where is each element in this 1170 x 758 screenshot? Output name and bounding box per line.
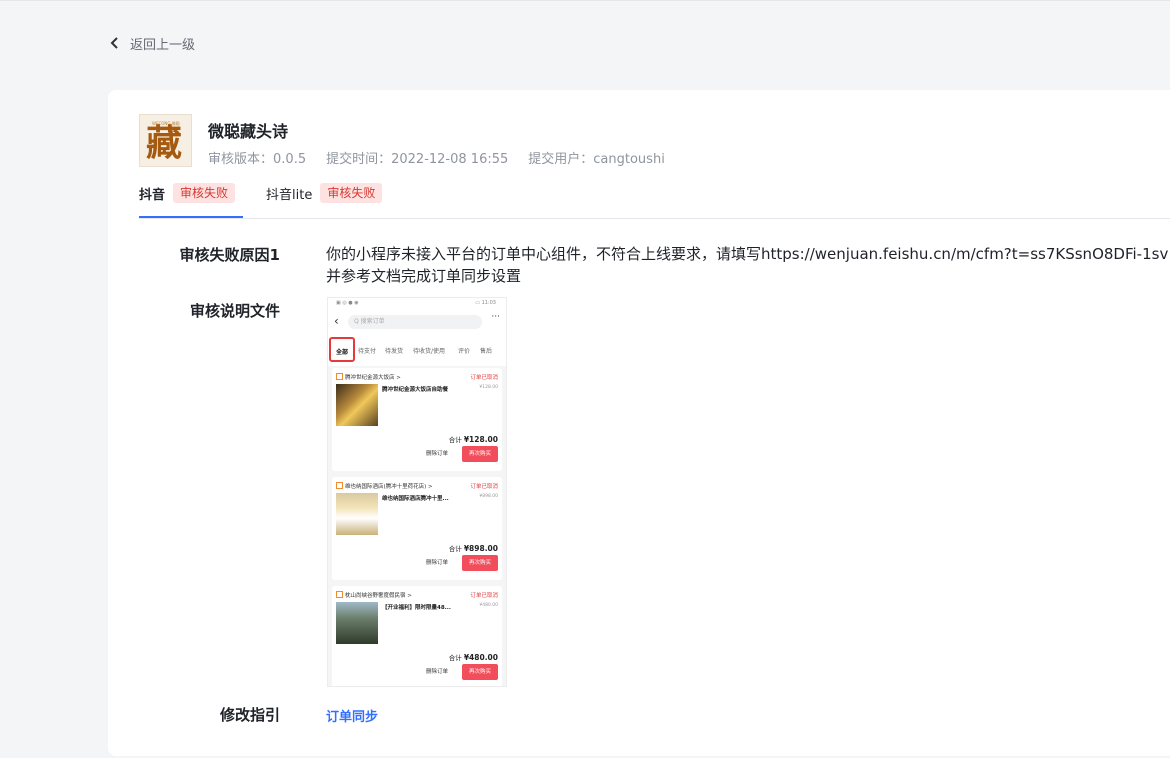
tab-douyin-lite[interactable]: 抖音lite 审核失败: [266, 182, 383, 204]
order-rebuy: 再次购买: [462, 664, 498, 680]
order-sync-guide-link[interactable]: 订单同步: [326, 706, 378, 725]
review-doc-screenshot[interactable]: ▣ ◎ ● ◉ ▭ 11:03 ‹ Q 搜索订单 ··· 全部 待支付 待发货 …: [327, 297, 507, 687]
order-status: 订单已取消: [470, 375, 498, 381]
tabs-divider: [139, 218, 1170, 219]
phone-tab: 待收货/使用: [413, 348, 446, 355]
chevron-left-icon: [110, 33, 122, 53]
order-rebuy: 再次购买: [462, 446, 498, 462]
order-thumbnail: [336, 384, 378, 426]
order-delete: 删除订单: [425, 451, 448, 457]
phone-status-bar: ▣ ◎ ● ◉ ▭ 11:03: [328, 298, 506, 310]
order-total: 合计 ¥898.00: [448, 544, 498, 553]
order-thumbnail: [336, 493, 378, 535]
order-title: 【开业福利】限时限量48...: [382, 605, 451, 611]
platform-tabs: 抖音 审核失败 抖音lite 审核失败: [139, 182, 413, 204]
submit-time-info: 提交时间：2022-12-08 16:55: [326, 152, 509, 167]
tab-douyin-label: 抖音: [139, 187, 166, 203]
app-meta: 审核版本：0.0.5 提交时间：2022-12-08 16:55 提交用户：ca…: [208, 148, 665, 167]
order-total: 合计 ¥128.00: [448, 435, 498, 444]
app-logo: WECONG 微聪 藏: [139, 114, 192, 167]
phone-order-card: 腾冲世纪金源大饭店 > 订单已取消 腾冲世纪金源大饭店自助餐 ¥128.00 合…: [332, 368, 502, 471]
phone-back-icon: ‹: [334, 314, 339, 328]
order-delete: 删除订单: [425, 669, 448, 675]
app-logo-glyph: 藏: [146, 122, 183, 164]
phone-order-tabs: 全部 待支付 待发货 待收货/使用 评价 售后: [328, 332, 506, 366]
order-thumbnail: [336, 602, 378, 644]
order-shop: 维也纳国际酒店(腾冲十里荷花店) >: [336, 482, 433, 490]
reason-text-line-1: 你的小程序未接入平台的订单中心组件，不符合上线要求，请填写https://wen…: [326, 245, 1169, 263]
order-price: ¥480.00: [479, 603, 498, 608]
top-divider: [0, 0, 1170, 1]
tab-douyin[interactable]: 抖音 审核失败: [139, 182, 236, 204]
order-delete: 删除订单: [425, 560, 448, 566]
status-badge: 审核失败: [320, 183, 383, 203]
phone-tab: 待支付: [358, 348, 377, 355]
phone-status-left: ▣ ◎ ● ◉: [336, 300, 359, 306]
tab-douyin-lite-label: 抖音lite: [266, 187, 313, 203]
phone-search-row: ‹ Q 搜索订单 ···: [328, 310, 506, 332]
app-name: 微聪藏头诗: [208, 122, 289, 141]
order-shop: 枕山尚峡谷野奢度假民宿 >: [336, 591, 412, 599]
phone-tab: 评价: [458, 348, 471, 355]
reason-text: 你的小程序未接入平台的订单中心组件，不符合上线要求，请填写https://wen…: [326, 243, 1170, 287]
order-status: 订单已取消: [470, 484, 498, 490]
submit-user-info: 提交用户：cangtoushi: [528, 152, 665, 167]
reason-label: 审核失败原因1: [179, 246, 280, 264]
phone-search-box: Q 搜索订单: [348, 315, 482, 329]
guide-label: 修改指引: [219, 706, 280, 724]
reason-text-line-2: 并参考文档完成订单同步设置: [326, 267, 522, 285]
back-link-label: 返回上一级: [130, 37, 196, 53]
order-price: ¥128.00: [479, 385, 498, 390]
order-price: ¥898.00: [479, 494, 498, 499]
phone-more-icon: ···: [491, 312, 500, 322]
review-detail-card: WECONG 微聪 藏 微聪藏头诗 审核版本：0.0.5 提交时间：2022-1…: [108, 90, 1170, 756]
order-status: 订单已取消: [470, 593, 498, 599]
order-title: 腾冲世纪金源大饭店自助餐: [382, 387, 449, 393]
phone-tab: 待发货: [385, 348, 404, 355]
phone-order-card: 维也纳国际酒店(腾冲十里荷花店) > 订单已取消 维也纳国际酒店腾冲十里... …: [332, 477, 502, 580]
back-link[interactable]: 返回上一级: [110, 33, 195, 53]
phone-tab: 售后: [480, 348, 493, 355]
phone-status-right: ▭ 11:03: [475, 300, 496, 306]
version-info: 审核版本：0.0.5: [208, 152, 307, 167]
phone-tab-all: 全部: [329, 337, 355, 362]
phone-order-card: 枕山尚峡谷野奢度假民宿 > 订单已取消 【开业福利】限时限量48... ¥480…: [332, 586, 502, 686]
status-badge: 审核失败: [173, 183, 236, 203]
order-shop: 腾冲世纪金源大饭店 >: [336, 373, 401, 381]
order-total: 合计 ¥480.00: [448, 653, 498, 662]
order-rebuy: 再次购买: [462, 555, 498, 571]
order-title: 维也纳国际酒店腾冲十里...: [382, 496, 449, 502]
doc-label: 审核说明文件: [189, 302, 280, 320]
